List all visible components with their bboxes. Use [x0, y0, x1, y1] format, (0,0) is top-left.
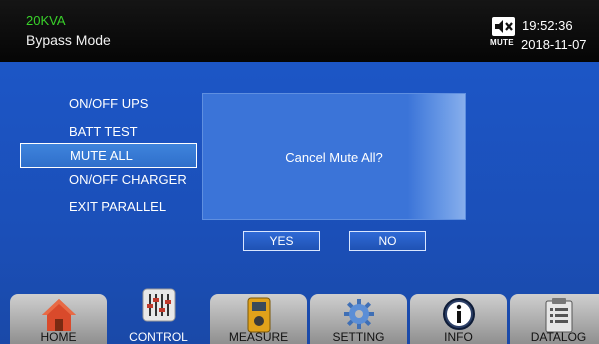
ups-model-label: 20KVA: [26, 13, 66, 28]
mute-caption: MUTE: [490, 38, 514, 47]
menu-item-onoff-charger[interactable]: ON/OFF CHARGER: [20, 167, 197, 192]
confirm-dialog: Cancel Mute All?: [202, 93, 466, 220]
tab-label-measure: MEASURE: [228, 330, 289, 344]
mute-speaker-icon[interactable]: [492, 17, 515, 36]
no-button[interactable]: NO: [349, 231, 426, 251]
tab-label-setting: SETTING: [332, 330, 385, 344]
tab-label-home: HOME: [40, 330, 77, 344]
multimeter-icon: [247, 297, 270, 333]
tab-measure[interactable]: MEASURE: [210, 294, 307, 344]
status-header: 20KVA Bypass Mode MUTE 19:52:36 2018-11-…: [0, 0, 599, 62]
tab-home[interactable]: HOME: [10, 294, 107, 344]
menu-item-batt-test[interactable]: BATT TEST: [20, 119, 197, 144]
gear-icon: [343, 299, 374, 329]
tab-control[interactable]: CONTROL: [110, 288, 207, 344]
tab-label-control: CONTROL: [129, 330, 188, 344]
tab-label-datalog: DATALOG: [530, 330, 587, 344]
home-icon: [41, 299, 76, 331]
dialog-message: Cancel Mute All?: [285, 150, 383, 165]
tab-info[interactable]: INFO: [410, 294, 507, 344]
yes-button[interactable]: YES: [243, 231, 320, 251]
ups-mode-label: Bypass Mode: [26, 32, 111, 48]
clock-date: 2018-11-07: [521, 37, 587, 52]
tab-label-info: INFO: [444, 330, 473, 344]
clipboard-icon: [545, 298, 572, 333]
tab-setting[interactable]: SETTING: [310, 294, 407, 344]
control-sliders-icon: [142, 288, 175, 322]
menu-item-exit-parallel[interactable]: EXIT PARALLEL: [20, 194, 197, 219]
tab-datalog[interactable]: DATALOG: [510, 294, 599, 344]
clock-time: 19:52:36: [522, 18, 573, 33]
control-panel: ON/OFF UPS BATT TEST MUTE ALL ON/OFF CHA…: [0, 62, 599, 344]
info-icon: [442, 298, 475, 330]
menu-item-onoff-ups[interactable]: ON/OFF UPS: [20, 91, 197, 116]
menu-item-mute-all[interactable]: MUTE ALL: [20, 143, 197, 168]
